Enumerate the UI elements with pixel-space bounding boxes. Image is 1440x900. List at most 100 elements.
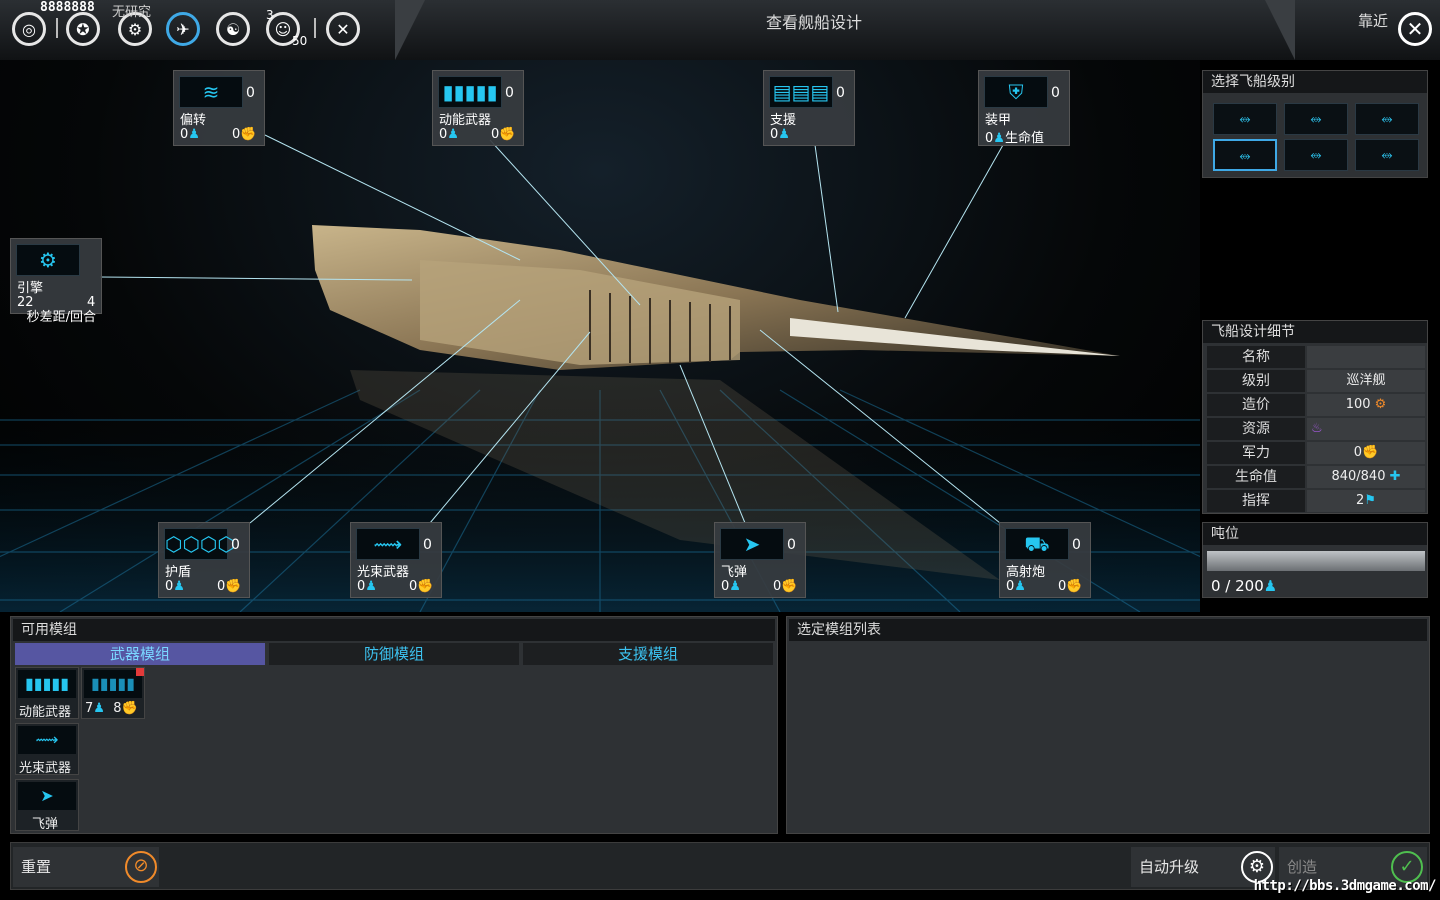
slot-name: 飞弹 <box>721 565 748 580</box>
tonnage-icon: ♟ <box>729 579 741 594</box>
class-option-frigate[interactable]: ⥈ <box>1284 103 1348 135</box>
ship-class-title: 选择飞船级别 <box>1203 71 1427 93</box>
close-icon[interactable]: ✕ <box>1398 12 1432 46</box>
power-icon: ✊ <box>121 701 138 716</box>
detail-row-cost: 造价 100 ⚙ <box>1207 394 1425 416</box>
module-beam[interactable]: ⟿ 光束武器 <box>15 723 79 776</box>
slot-power: 0✊ <box>491 127 516 142</box>
ship-hull <box>312 225 1120 370</box>
slot-tonnage: 0♟ <box>180 127 200 142</box>
slot-count: 0 <box>1051 85 1060 101</box>
module-missile[interactable]: ➤ 飞弹 <box>15 779 79 832</box>
ship-details-panel: 飞船设计细节 名称 级别 巡洋舰 造价 100 ⚙ 资源 ♨ 军力 0✊ 生命值… <box>1202 320 1428 514</box>
tonnage-icon: ♟ <box>778 127 790 142</box>
health-plus-icon: ✚ <box>1389 469 1401 484</box>
slot-count: 0 <box>231 537 240 553</box>
slot-deflect[interactable]: ≋ 0 偏转 0♟ 0✊ <box>173 70 265 146</box>
reset-button[interactable]: 重置 ⊘ <box>13 847 159 887</box>
badge-b: 50 <box>292 34 308 48</box>
hex-shield-icon: ⬡⬡⬡⬡ <box>164 528 235 560</box>
watermark: http://bbs.3dmgame.com/ <box>1253 878 1437 894</box>
slot-count: 0 <box>423 537 432 553</box>
slot-power: 0✊ <box>232 127 257 142</box>
tonnage-value: 0 / 200♟ <box>1211 577 1278 595</box>
slot-beam[interactable]: ⟿ 0 光束武器 0♟ 0✊ <box>350 522 442 598</box>
power-icon: ✊ <box>240 127 257 142</box>
kinetic-weapon-icon: ▮▮▮▮▮ <box>84 670 142 698</box>
tonnage-panel: 吨位 0 / 200♟ <box>1202 522 1428 598</box>
slot-tonnage: 0♟ <box>770 127 790 142</box>
engine-unit: 秒差距/回合 <box>26 310 96 325</box>
class-option-destroyer[interactable]: ⥈ <box>1355 103 1419 135</box>
slot-count: 0 <box>246 85 255 101</box>
slot-tonnage: 0♟ <box>439 127 459 142</box>
ship-class-panel: 选择飞船级别 ⥈ ⥈ ⥈ ⥈ ⥈ ⥈ <box>1202 70 1428 178</box>
tonnage-icon: ♟ <box>93 701 105 716</box>
artillery-truck-icon: ⛟ <box>1005 528 1069 560</box>
slot-tonnage: 0♟ <box>357 579 377 594</box>
slot-support[interactable]: ▤▤▤ 0 支援 0♟ <box>763 70 855 146</box>
engine-icon: ⚙ <box>16 244 80 276</box>
kinetic-weapon-icon: ▮▮▮▮▮ <box>438 76 502 108</box>
reset-no-icon: ⊘ <box>125 851 157 883</box>
kinetic-weapon-icon: ▮▮▮▮▮ <box>18 670 76 698</box>
tonnage-icon: ♟ <box>447 127 459 142</box>
slot-name: 动能武器 <box>439 113 492 128</box>
class-option-corvette[interactable]: ⥈ <box>1213 103 1277 135</box>
slot-tonnage: 0♟ <box>721 579 741 594</box>
top-bar: ◎ ✪ ⚙ ✈ ☯ ☺ ✕ 8888888 无研究 3 50 查看舰船设计 靠近… <box>0 0 1440 60</box>
slot-count: 0 <box>505 85 514 101</box>
slot-missile[interactable]: ➤ 0 飞弹 0♟ 0✊ <box>714 522 806 598</box>
power-icon: ✊ <box>225 579 242 594</box>
missile-icon: ➤ <box>720 528 784 560</box>
slot-power: 0✊ <box>409 579 434 594</box>
missile-icon: ➤ <box>18 782 76 810</box>
support-icon: ▤▤▤ <box>769 76 833 108</box>
gear-cost-icon: ⚙ <box>1374 397 1387 412</box>
modules-title: 可用模组 <box>13 619 775 641</box>
module-kinetic-upgrade[interactable]: ▮▮▮▮▮ 7♟ 8✊ <box>81 667 145 719</box>
slot-shield[interactable]: ⬡⬡⬡⬡ 0 护盾 0♟ 0✊ <box>158 522 250 598</box>
engine-speed: 22 <box>17 295 34 310</box>
power-icon: ✊ <box>1362 445 1379 460</box>
tab-defense-modules[interactable]: 防御模组 <box>269 643 519 665</box>
slot-tonnage: 0♟ <box>1006 579 1026 594</box>
slot-kinetic[interactable]: ▮▮▮▮▮ 0 动能武器 0♟ 0✊ <box>432 70 524 146</box>
class-option-cruiser[interactable]: ⥈ <box>1213 139 1277 171</box>
module-kinetic[interactable]: ▮▮▮▮▮ 动能武器 <box>15 667 79 720</box>
power-icon: ✊ <box>1066 579 1083 594</box>
resource-icon: ♨ <box>1311 421 1323 436</box>
beam-weapon-icon: ⟿ <box>18 726 76 754</box>
slot-count: 0 <box>1072 537 1081 553</box>
power-icon: ✊ <box>417 579 434 594</box>
tab-weapon-modules[interactable]: 武器模组 <box>15 643 265 665</box>
slot-power: 0✊ <box>217 579 242 594</box>
ship-name-field[interactable] <box>1307 346 1425 368</box>
slot-engine[interactable]: ⚙ 引擎 22 4 <box>10 238 102 314</box>
armor-shield-icon: ⛨ <box>984 76 1048 108</box>
approach-label[interactable]: 靠近 <box>1358 10 1388 31</box>
slot-artillery[interactable]: ⛟ 0 高射炮 0♟ 0✊ <box>999 522 1091 598</box>
class-option-battleship[interactable]: ⥈ <box>1284 139 1348 171</box>
slot-armor[interactable]: ⛨ 0 装甲 0♟生命值 <box>978 70 1070 146</box>
tonnage-icon: ♟ <box>173 579 185 594</box>
selected-modules-panel: 选定模组列表 <box>786 616 1430 834</box>
slot-name: 光束武器 <box>357 565 410 580</box>
details-title: 飞船设计细节 <box>1203 321 1427 343</box>
power-icon: ✊ <box>499 127 516 142</box>
slot-name: 护盾 <box>165 565 192 580</box>
slot-name: 引擎 <box>17 281 44 296</box>
detail-row-class: 级别 巡洋舰 <box>1207 370 1425 392</box>
class-option-dreadnought[interactable]: ⥈ <box>1355 139 1419 171</box>
new-badge <box>136 668 144 676</box>
detail-row-hp: 生命值 840/840 ✚ <box>1207 466 1425 488</box>
slot-power: 0✊ <box>773 579 798 594</box>
tonnage-bar <box>1207 551 1425 571</box>
detail-row-resource: 资源 ♨ <box>1207 418 1425 440</box>
footer-bar: 重置 ⊘ 自动升级 ⚙ 创造 ✓ <box>10 842 1430 890</box>
tab-support-modules[interactable]: 支援模组 <box>523 643 773 665</box>
page-title: 查看舰船设计 <box>765 13 862 32</box>
tonnage-icon: ♟ <box>188 127 200 142</box>
tonnage-icon: ♟ <box>1263 577 1278 595</box>
slot-hp: 0♟生命值 <box>985 131 1044 146</box>
